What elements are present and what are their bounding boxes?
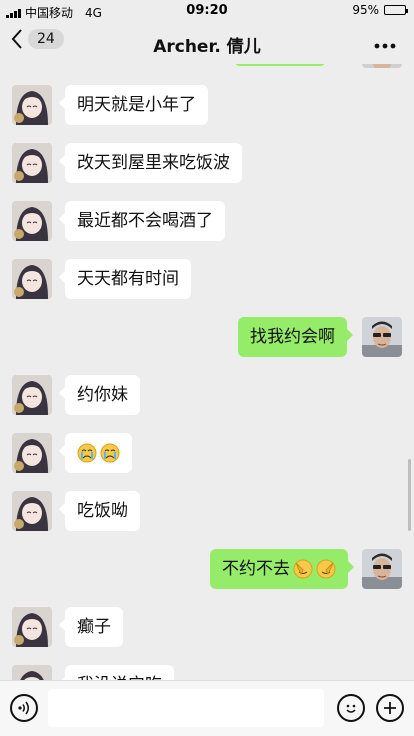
message-input[interactable] [48, 689, 324, 727]
message-bubble[interactable]: 我没说宁吃 [59, 665, 174, 680]
avatar-self[interactable] [362, 64, 402, 68]
message-bubble[interactable]: 找我约会啊 [238, 317, 353, 357]
avatar-contact[interactable] [12, 85, 52, 125]
voice-button[interactable] [10, 694, 38, 722]
status-right: 95% [352, 3, 408, 17]
nav-bar: 24 Archer. 倩儿 [0, 22, 414, 64]
unread-count-badge: 24 [28, 29, 64, 49]
message-bubble[interactable]: 不约不去 [210, 549, 354, 589]
voice-icon [18, 701, 29, 715]
avatar-contact[interactable] [12, 665, 52, 680]
message-bubble[interactable]: 吃饭呦 [59, 491, 140, 531]
plus-icon [384, 702, 396, 714]
message-bubble[interactable]: 最近都不会喝酒了 [59, 201, 225, 241]
input-bar [0, 680, 414, 736]
message-bubble[interactable]: 癫子 [59, 607, 123, 647]
facepalm-face-icon [316, 559, 336, 579]
avatar-contact[interactable] [12, 607, 52, 647]
chevron-left-icon [11, 29, 22, 49]
avatar-contact[interactable] [12, 143, 52, 183]
avatar-contact[interactable] [12, 491, 52, 531]
battery-label: 95% [352, 3, 379, 17]
avatar-self[interactable] [362, 317, 402, 357]
message-bubble[interactable]: 天天都有时间 [59, 259, 191, 299]
crying-face-icon [77, 443, 97, 463]
avatar-contact[interactable] [12, 259, 52, 299]
emoji-message-bubble[interactable] [59, 433, 132, 473]
plus-button[interactable] [376, 694, 404, 722]
chat-title: Archer. 倩儿 [153, 37, 261, 57]
avatar-contact[interactable] [12, 433, 52, 473]
more-icon [374, 43, 396, 49]
message-bubble[interactable]: 改天到屋里来吃饭波 [59, 143, 242, 183]
emoji-icon [346, 704, 356, 713]
scrollbar[interactable] [408, 459, 411, 531]
cut-off-outgoing-bubble [234, 64, 326, 66]
status-bar: 中国移动 4G 09:20 95% [0, 0, 414, 22]
message-list[interactable]: 明天就是小年了 改天到屋里来吃饭波 最近都不会喝酒了 天天都有时间 找我约会啊 … [0, 64, 414, 680]
message-bubble[interactable]: 明天就是小年了 [59, 85, 208, 125]
more-button[interactable] [374, 34, 396, 53]
avatar-contact[interactable] [12, 375, 52, 415]
avatar-self[interactable] [362, 549, 402, 589]
back-button[interactable]: 24 [10, 28, 64, 50]
avatar-contact[interactable] [12, 201, 52, 241]
emoji-button[interactable] [337, 694, 365, 722]
facepalm-face-icon [293, 559, 313, 579]
message-bubble[interactable]: 约你妹 [59, 375, 140, 415]
crying-face-icon [100, 443, 120, 463]
message-text: 不约不去 [222, 559, 290, 579]
battery-icon [384, 5, 408, 15]
